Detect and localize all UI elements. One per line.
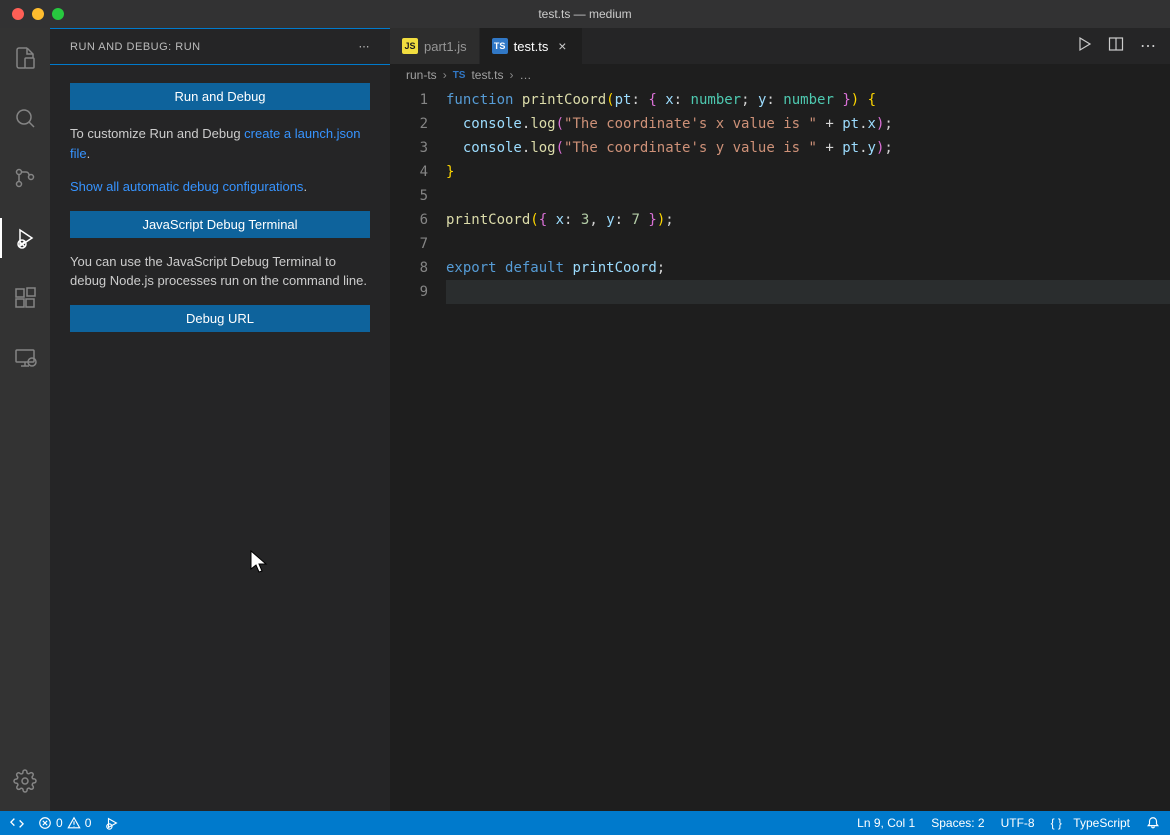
show-auto-configs-link[interactable]: Show all automatic debug configurations — [70, 179, 303, 194]
window-controls — [12, 8, 64, 20]
chevron-right-icon: › — [443, 68, 447, 82]
breadcrumb-symbol[interactable]: … — [519, 68, 531, 82]
js-terminal-description: You can use the JavaScript Debug Termina… — [70, 252, 370, 291]
editor-actions: ⋯ — [1062, 28, 1170, 64]
code-editor[interactable]: 123456789 function printCoord(pt: { x: n… — [390, 86, 1170, 811]
line-number-gutter: 123456789 — [390, 88, 446, 811]
run-file-icon[interactable] — [1076, 36, 1092, 57]
code-content[interactable]: function printCoord(pt: { x: number; y: … — [446, 88, 1170, 811]
tab-test-ts[interactable]: TS test.ts × — [480, 28, 584, 64]
activity-bar — [0, 28, 50, 811]
close-window-button[interactable] — [12, 8, 24, 20]
debug-start-icon[interactable] — [105, 816, 119, 830]
ts-file-icon: TS — [453, 70, 466, 81]
breadcrumbs[interactable]: run-ts › TS test.ts › … — [390, 64, 1170, 86]
customize-text: To customize Run and Debug create a laun… — [70, 124, 370, 163]
source-control-icon[interactable] — [0, 158, 50, 198]
run-debug-icon[interactable] — [0, 218, 50, 258]
ts-file-icon: TS — [492, 38, 508, 54]
remote-explorer-icon[interactable] — [0, 338, 50, 378]
encoding-indicator[interactable]: UTF-8 — [1001, 816, 1035, 830]
split-editor-icon[interactable] — [1108, 36, 1124, 57]
editor-tabs: JS part1.js TS test.ts × ⋯ — [390, 28, 1170, 64]
js-file-icon: JS — [402, 38, 418, 54]
settings-gear-icon[interactable] — [0, 761, 50, 801]
tab-label: part1.js — [424, 39, 467, 54]
sidebar-more-icon[interactable]: ⋯ — [359, 40, 371, 53]
sidebar-header: RUN AND DEBUG: RUN ⋯ — [50, 29, 390, 64]
chevron-right-icon: › — [509, 68, 513, 82]
debug-url-button[interactable]: Debug URL — [70, 305, 370, 332]
language-mode[interactable]: { } TypeScript — [1051, 816, 1130, 830]
extensions-icon[interactable] — [0, 278, 50, 318]
editor-more-icon[interactable]: ⋯ — [1140, 36, 1156, 56]
sidebar-body: Run and Debug To customize Run and Debug… — [50, 64, 390, 811]
sidebar-title: RUN AND DEBUG: RUN — [70, 41, 201, 53]
run-and-debug-button[interactable]: Run and Debug — [70, 83, 370, 110]
cursor-position[interactable]: Ln 9, Col 1 — [857, 816, 915, 830]
maximize-window-button[interactable] — [52, 8, 64, 20]
status-bar: 0 0 Ln 9, Col 1 Spaces: 2 UTF-8 { } Type… — [0, 811, 1170, 835]
minimize-window-button[interactable] — [32, 8, 44, 20]
explorer-icon[interactable] — [0, 38, 50, 78]
editor-area: JS part1.js TS test.ts × ⋯ run-ts › TS t… — [390, 28, 1170, 811]
breadcrumb-file[interactable]: test.ts — [471, 68, 503, 82]
notifications-bell-icon[interactable] — [1146, 816, 1160, 830]
remote-indicator-icon[interactable] — [10, 816, 24, 830]
close-tab-icon[interactable]: × — [554, 38, 570, 54]
indentation-indicator[interactable]: Spaces: 2 — [931, 816, 984, 830]
tab-label: test.ts — [514, 39, 549, 54]
js-debug-terminal-button[interactable]: JavaScript Debug Terminal — [70, 211, 370, 238]
search-icon[interactable] — [0, 98, 50, 138]
window-title: test.ts — medium — [538, 7, 631, 21]
tab-part1-js[interactable]: JS part1.js — [390, 28, 480, 64]
problems-indicator[interactable]: 0 0 — [38, 816, 91, 830]
titlebar: test.ts — medium — [0, 0, 1170, 28]
run-debug-sidebar: RUN AND DEBUG: RUN ⋯ Run and Debug To cu… — [50, 28, 390, 811]
breadcrumb-folder[interactable]: run-ts — [406, 68, 437, 82]
